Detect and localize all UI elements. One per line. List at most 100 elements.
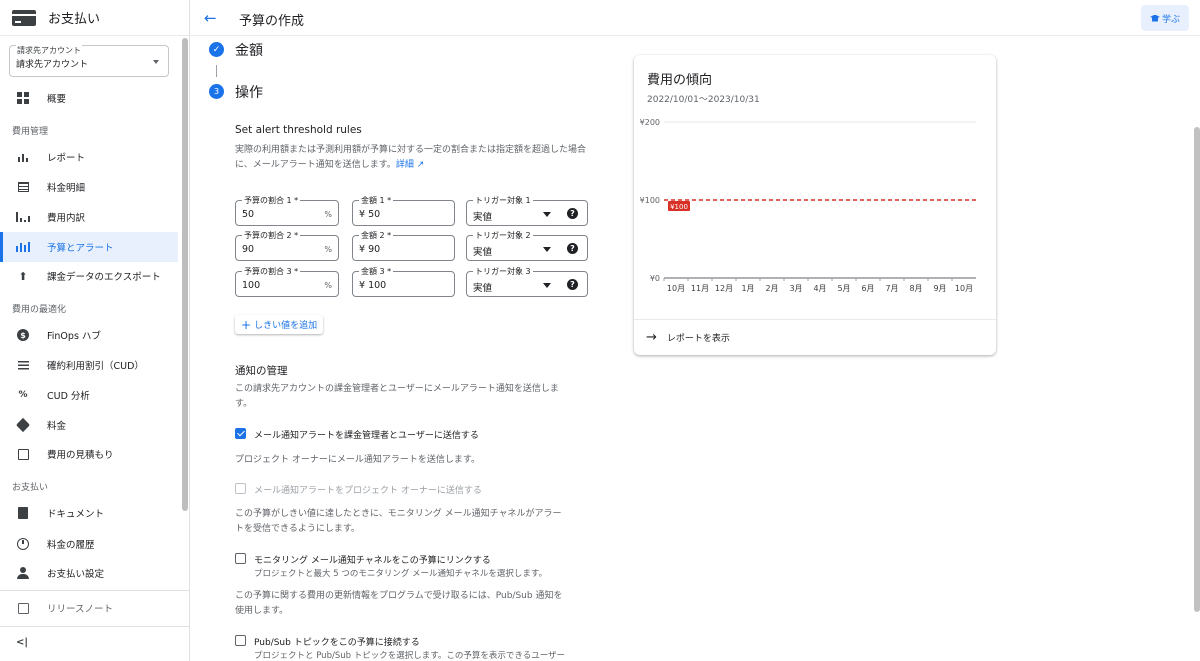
description-line: トを受信できるようにします。 [235,524,360,534]
x-tick-label: 10月 [955,284,973,293]
field-value: 実値 [473,212,493,223]
learn-more-link[interactable]: 詳細 [396,160,414,170]
caret-down-icon [153,60,159,64]
external-link-icon: ↗ [413,160,425,170]
notify-description-3: この予算がしきい値に達したときに、モニタリング メール通知チャネルがアラー トを… [235,507,595,537]
pubsub-sublabel: プロジェクトと Pub/Sub トピックを選択します。この予算を表示できるユーザ… [254,651,566,661]
sidebar-item-payment-settings[interactable]: お支払い設定 [0,558,178,588]
main-scrollbar[interactable] [1194,127,1200,612]
pubsub-label: Pub/Sub トピックをこの予算に接続する [254,638,420,648]
x-tick-label: 9月 [933,284,946,293]
field-label: トリガー対象 2 [473,230,533,241]
field-value: 実値 [473,283,493,294]
sidebar-item-budgets-alerts[interactable]: 予算とアラート [0,232,178,262]
sidebar-item-label: 料金の履歴 [47,540,95,551]
field-label: トリガー対象 1 [473,195,533,206]
sidebar-item-label: 料金明細 [47,183,86,194]
person-icon [16,566,30,580]
percent-suffix: % [324,281,332,290]
percent-suffix: % [324,245,332,254]
caret-down-icon [543,283,551,288]
sidebar-item-billing-export[interactable]: ⬆ 課金データのエクスポート [0,261,178,291]
sidebar-scrollbar[interactable] [182,38,188,511]
field-label: 予算の割合 1 * [242,195,301,206]
monitoring-channel-label: モニタリング メール通知チャネルをこの予算にリンクする [254,556,491,566]
x-tick-label: 12月 [715,284,733,293]
dashboard-icon [16,91,30,105]
sidebar-header: お支払い [0,0,189,36]
list-icon [16,358,30,372]
sidebar-item-payment-history[interactable]: 料金の履歴 [0,529,178,559]
sidebar-item-pricing[interactable]: 料金 [0,410,178,440]
collapse-sidebar-icon[interactable]: <| [16,637,28,648]
sidebar-item-label: CUD 分析 [47,391,90,402]
amount-3-field[interactable]: 金額 3 * ¥ 100 [352,266,455,297]
sidebar-item-finops-hub[interactable]: $ FinOps ハブ [0,320,178,350]
sidebar-item-cud-analysis[interactable]: % CUD 分析 [0,380,178,410]
email-owners-label: メール通知アラートをプロジェクト オーナーに送信する [254,486,482,496]
sidebar-divider [0,590,189,591]
field-value: ¥ 100 [359,280,387,291]
y-tick-label: ¥100 [640,196,660,205]
billing-account-select[interactable]: 請求先アカウント 請求先アカウント [9,45,169,77]
add-threshold-button[interactable]: + しきい値を追加 [235,315,324,334]
x-tick-label: 10月 [667,284,685,293]
budget-percent-1-field[interactable]: 予算の割合 1 * 50 % [235,195,339,226]
step-actions-title: 操作 [235,85,263,101]
arrow-right-icon: → [646,330,657,345]
table-icon [16,180,30,194]
billing-account-label: 請求先アカウント [16,45,82,56]
description-line: この予算に関する費用の更新情報をプログラムで受け取るには、Pub/Sub 通知を [235,591,563,601]
page-title: 予算の作成 [239,14,305,29]
amount-1-field[interactable]: 金額 1 * ¥ 50 [352,195,455,226]
description-line: 実際の利用額または予測利用額が予算に対する一定の割合または指定額を超過した場合 [235,145,587,155]
plus-icon: + [241,317,252,332]
help-icon[interactable]: ? [567,279,578,290]
description-line: す。 [235,399,253,409]
description-line: 使用します。 [235,606,289,616]
x-tick-label: 5月 [837,284,850,293]
document-icon [16,506,30,520]
amount-2-field[interactable]: 金額 2 * ¥ 90 [352,230,455,261]
section-label-payments: お支払い [12,483,49,493]
email-owners-checkbox[interactable] [235,483,246,494]
help-icon[interactable]: ? [567,243,578,254]
budget-percent-3-field[interactable]: 予算の割合 3 * 100 % [235,266,339,297]
description-line: この予算がしきい値に達したときに、モニタリング メール通知チャネルがアラー [235,509,562,519]
trigger-1-select[interactable]: トリガー対象 1 実値 ? [466,195,588,226]
main-content: ✓ 金額 3 操作 Set alert threshold rules 実際の利… [190,37,1200,661]
sidebar-item-reports[interactable]: レポート [0,142,178,172]
field-label: 金額 2 * [359,230,394,241]
caret-down-icon [543,247,551,252]
field-value: ¥ 90 [359,244,381,255]
card-title: 費用の傾向 [647,73,713,88]
sidebar-item-label: お支払い設定 [47,569,105,580]
sidebar-item-release-notes[interactable]: リリースノート [0,593,178,623]
help-icon[interactable]: ? [567,208,578,219]
sidebar-item-cost-estimate[interactable]: 費用の見積もり [0,439,178,469]
budget-percent-2-field[interactable]: 予算の割合 2 * 90 % [235,230,339,261]
sidebar-item-documents[interactable]: ドキュメント [0,498,178,528]
step-amount-title[interactable]: 金額 [235,40,263,60]
dollar-icon: $ [16,328,30,342]
sidebar-item-cost-breakdown[interactable]: 費用内訳 [0,202,178,232]
back-arrow-icon[interactable]: ← [204,9,217,27]
sidebar-item-overview[interactable]: 概要 [0,83,178,113]
pubsub-checkbox[interactable] [235,635,246,646]
trigger-3-select[interactable]: トリガー対象 3 実値 ? [466,266,588,297]
sidebar: お支払い 請求先アカウント 請求先アカウント 概要 費用管理 レポート 料金明細… [0,0,190,661]
sidebar-item-cost-table[interactable]: 料金明細 [0,172,178,202]
view-report-link[interactable]: → レポートを表示 [634,319,996,355]
sidebar-item-label: 確約利用割引（CUD） [47,361,144,372]
email-admins-checkbox[interactable] [235,428,246,439]
learn-button[interactable]: 学ぶ [1141,5,1189,31]
trigger-2-select[interactable]: トリガー対象 2 実値 ? [466,230,588,261]
x-tick-label: 4月 [813,284,826,293]
sidebar-item-label: 概要 [47,94,67,105]
sidebar-item-cud[interactable]: 確約利用割引（CUD） [0,350,178,380]
learn-button-label: 学ぶ [1161,14,1180,25]
sidebar-item-label: ドキュメント [47,509,105,520]
threshold-rules-heading: Set alert threshold rules [235,124,362,136]
sidebar-item-label: 料金 [47,421,67,432]
monitoring-channel-checkbox[interactable] [235,553,246,564]
